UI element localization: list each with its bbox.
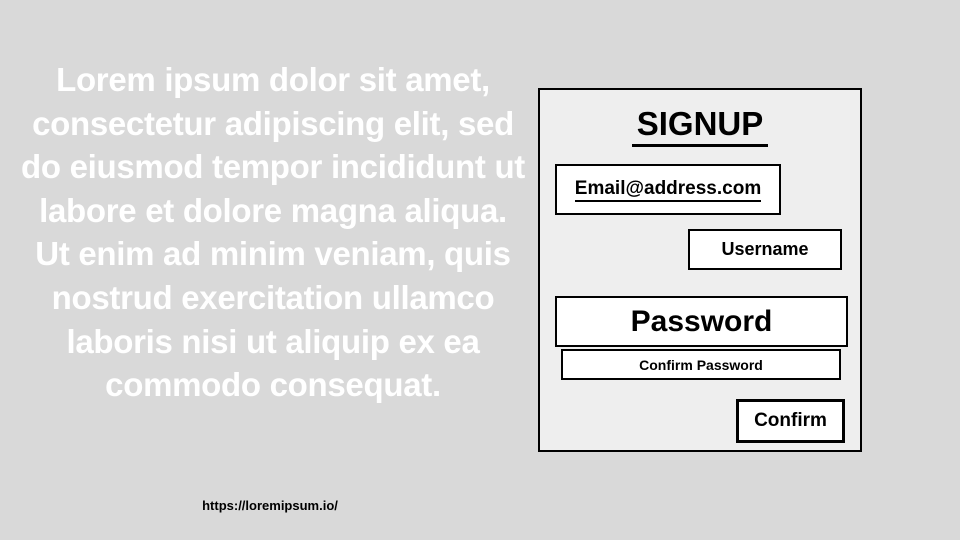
username-field-label: Username bbox=[721, 239, 809, 259]
email-field[interactable]: Email@address.com bbox=[555, 164, 781, 215]
intro-paragraph: Lorem ipsum dolor sit amet, consectetur … bbox=[20, 61, 525, 404]
lorem-ipsum-link[interactable]: https://loremipsum.io/ bbox=[150, 498, 390, 513]
password-field-label: Password bbox=[630, 304, 773, 338]
signup-form-panel: SIGNUP Email@address.com Username Passwo… bbox=[538, 88, 862, 452]
signup-slide: Lorem ipsum dolor sit amet, consectetur … bbox=[0, 0, 960, 540]
email-field-value: Email@address.com bbox=[574, 178, 762, 202]
username-field[interactable]: Username bbox=[688, 229, 842, 270]
confirm-password-field[interactable]: Confirm Password bbox=[561, 349, 841, 380]
confirm-password-field-label: Confirm Password bbox=[639, 356, 763, 373]
password-field[interactable]: Password bbox=[555, 296, 848, 347]
confirm-button[interactable]: Confirm bbox=[736, 399, 845, 443]
signup-title: SIGNUP bbox=[632, 104, 768, 147]
